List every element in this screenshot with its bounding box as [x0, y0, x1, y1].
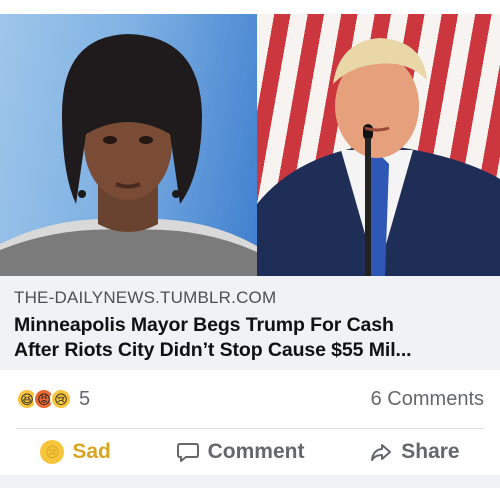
sad-emoji-icon: 😢 — [40, 440, 65, 464]
share-button[interactable]: Share — [369, 440, 460, 464]
photo-left — [0, 14, 257, 276]
reaction-count: 5 — [79, 387, 91, 410]
portrait-woman — [0, 34, 257, 276]
reaction-summary[interactable]: 😆 😡 😢 5 — [16, 388, 90, 411]
engagement-stats: 😆 😡 😢 5 6 Comments — [0, 370, 500, 428]
sad-label: Sad — [72, 440, 111, 463]
post-actions: 😢 Sad Comment Share — [0, 429, 500, 475]
portrait-man — [257, 38, 500, 276]
comment-button[interactable]: Comment — [176, 440, 305, 464]
comment-count-link[interactable]: 6 Comments — [371, 388, 484, 411]
card-bottom-edge — [0, 475, 500, 488]
link-domain: THE-DAILYNEWS.TUMBLR.COM — [14, 288, 277, 307]
headline-line-1: Minneapolis Mayor Begs Trump For Cash — [14, 314, 394, 336]
sad-emoji-icon: 😢 — [50, 388, 72, 410]
post-image[interactable] — [0, 14, 500, 276]
link-headline: Minneapolis Mayor Begs Trump For Cash Af… — [14, 313, 486, 363]
headline-line-2: After Riots City Didn’t Stop Cause $55 M… — [14, 339, 412, 361]
share-label: Share — [401, 440, 460, 463]
link-preview[interactable]: THE-DAILYNEWS.TUMBLR.COM Minneapolis May… — [0, 276, 500, 370]
photo-right — [257, 14, 500, 276]
comment-label: Comment — [207, 440, 305, 463]
share-arrow-icon — [371, 444, 392, 461]
sad-reaction-button[interactable]: 😢 Sad — [40, 440, 111, 464]
comment-bubble-icon — [176, 443, 199, 462]
post-card: THE-DAILYNEWS.TUMBLR.COM Minneapolis May… — [0, 0, 500, 488]
